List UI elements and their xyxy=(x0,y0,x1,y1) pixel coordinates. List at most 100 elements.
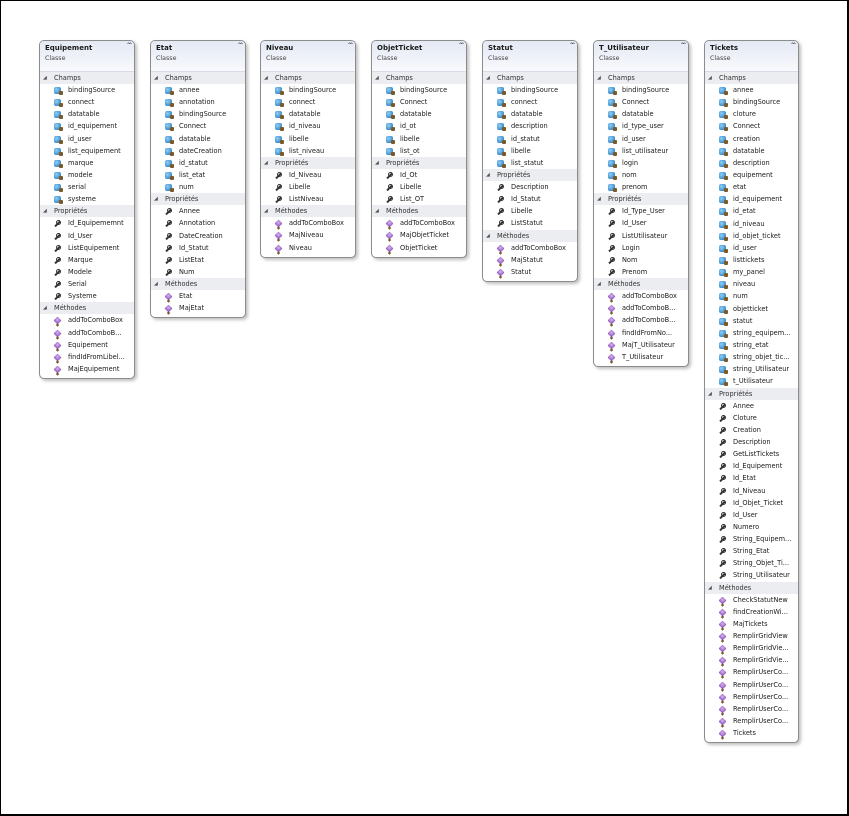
member-row[interactable]: ListStatut xyxy=(483,217,577,229)
member-row[interactable]: addToComboBox xyxy=(40,314,134,326)
member-row[interactable]: String_Objet_Ti... xyxy=(705,557,798,569)
member-row[interactable]: String_Etat xyxy=(705,545,798,557)
collapse-triangle-icon[interactable]: ◢ xyxy=(375,157,379,169)
collapse-chevron-icon[interactable]: ⌃⌃ xyxy=(347,42,354,50)
member-row[interactable]: Libelle xyxy=(261,181,355,193)
member-row[interactable]: id_equipement xyxy=(705,193,798,205)
section-header[interactable]: ◢ Champs xyxy=(594,72,688,84)
section-header[interactable]: ◢ Champs xyxy=(151,72,245,84)
class-header[interactable]: ObjetTicket Classe ⌃⌃ xyxy=(372,41,466,72)
member-row[interactable]: ListEquipement xyxy=(40,242,134,254)
member-row[interactable]: id_niveau xyxy=(705,218,798,230)
collapse-triangle-icon[interactable]: ◢ xyxy=(708,388,712,400)
collapse-triangle-icon[interactable]: ◢ xyxy=(43,205,47,217)
member-row[interactable]: list_etat xyxy=(151,169,245,181)
member-row[interactable]: datatable xyxy=(151,133,245,145)
collapse-chevron-icon[interactable]: ⌃⌃ xyxy=(569,42,576,50)
member-row[interactable]: string_Utilisateur xyxy=(705,363,798,375)
member-row[interactable]: listtickets xyxy=(705,254,798,266)
collapse-triangle-icon[interactable]: ◢ xyxy=(486,230,490,242)
member-row[interactable]: Id_Equipement xyxy=(705,460,798,472)
member-row[interactable]: id_statut xyxy=(483,133,577,145)
member-row[interactable]: list_niveau xyxy=(261,145,355,157)
class-header[interactable]: Etat Classe ⌃⌃ xyxy=(151,41,245,72)
member-row[interactable]: connect xyxy=(261,96,355,108)
member-row[interactable]: my_panel xyxy=(705,266,798,278)
member-row[interactable]: Id_Niveau xyxy=(261,169,355,181)
member-row[interactable]: serial xyxy=(40,181,134,193)
member-row[interactable]: ObjetTicket xyxy=(372,242,466,254)
member-row[interactable]: bindingSource xyxy=(40,84,134,96)
member-row[interactable]: objetticket xyxy=(705,303,798,315)
collapse-triangle-icon[interactable]: ◢ xyxy=(486,169,490,181)
section-header[interactable]: ◢ Méthodes xyxy=(483,229,577,242)
collapse-triangle-icon[interactable]: ◢ xyxy=(264,72,268,84)
member-row[interactable]: equipement xyxy=(705,169,798,181)
member-row[interactable]: ListEtat xyxy=(151,254,245,266)
member-row[interactable]: ListUtilisateur xyxy=(594,230,688,242)
member-row[interactable]: connect xyxy=(40,96,134,108)
member-row[interactable]: Description xyxy=(705,436,798,448)
collapse-triangle-icon[interactable]: ◢ xyxy=(154,193,158,205)
member-row[interactable]: MajEquipement xyxy=(40,363,134,375)
member-row[interactable]: id_user xyxy=(705,242,798,254)
collapse-triangle-icon[interactable]: ◢ xyxy=(43,302,47,314)
collapse-chevron-icon[interactable]: ⌃⌃ xyxy=(126,42,133,50)
member-row[interactable]: cloture xyxy=(705,108,798,120)
member-row[interactable]: statut xyxy=(705,315,798,327)
member-row[interactable]: RemplirUserCo... xyxy=(705,703,798,715)
member-row[interactable]: Id_Type_User xyxy=(594,205,688,217)
member-row[interactable]: Annee xyxy=(151,205,245,217)
member-row[interactable]: Id_Statut xyxy=(151,242,245,254)
member-row[interactable]: bindingSource xyxy=(594,84,688,96)
member-row[interactable]: list_equipement xyxy=(40,145,134,157)
member-row[interactable]: Serial xyxy=(40,278,134,290)
collapse-chevron-icon[interactable]: ⌃⌃ xyxy=(237,42,244,50)
member-row[interactable]: datatable xyxy=(483,108,577,120)
member-row[interactable]: id_objet_ticket xyxy=(705,230,798,242)
member-row[interactable]: Id_Etat xyxy=(705,472,798,484)
member-row[interactable]: list_utilisateur xyxy=(594,145,688,157)
collapse-triangle-icon[interactable]: ◢ xyxy=(597,72,601,84)
member-row[interactable]: RemplirGridVie... xyxy=(705,654,798,666)
member-row[interactable]: annee xyxy=(705,84,798,96)
member-row[interactable]: RemplirGridView xyxy=(705,630,798,642)
section-header[interactable]: ◢ Propriétés xyxy=(372,156,466,169)
member-row[interactable]: bindingSource xyxy=(483,84,577,96)
member-row[interactable]: Annotation xyxy=(151,217,245,229)
member-row[interactable]: prenom xyxy=(594,181,688,193)
member-row[interactable]: datatable xyxy=(40,108,134,120)
member-row[interactable]: id_niveau xyxy=(261,120,355,132)
member-row[interactable]: Id_User xyxy=(705,509,798,521)
member-row[interactable]: Id_Niveau xyxy=(705,485,798,497)
member-row[interactable]: bindingSource xyxy=(151,108,245,120)
collapse-triangle-icon[interactable]: ◢ xyxy=(154,72,158,84)
member-row[interactable]: addToComboB... xyxy=(40,327,134,339)
member-row[interactable]: MajTickets xyxy=(705,618,798,630)
collapse-chevron-icon[interactable]: ⌃⌃ xyxy=(790,42,797,50)
member-row[interactable]: id_user xyxy=(40,133,134,145)
member-row[interactable]: bindingSource xyxy=(261,84,355,96)
member-row[interactable]: id_etat xyxy=(705,205,798,217)
member-row[interactable]: T_Utilisateur xyxy=(594,351,688,363)
member-row[interactable]: Modele xyxy=(40,266,134,278)
section-header[interactable]: ◢ Propriétés xyxy=(705,387,798,400)
member-row[interactable]: list_statut xyxy=(483,157,577,169)
member-row[interactable]: string_objet_tic... xyxy=(705,351,798,363)
member-row[interactable]: Description xyxy=(483,181,577,193)
member-row[interactable]: RemplirUserCo... xyxy=(705,691,798,703)
section-header[interactable]: ◢ Méthodes xyxy=(372,205,466,218)
member-row[interactable]: addToComboBox xyxy=(483,242,577,254)
section-header[interactable]: ◢ Méthodes xyxy=(40,302,134,315)
member-row[interactable]: Id_Objet_Ticket xyxy=(705,497,798,509)
member-row[interactable]: id_statut xyxy=(151,157,245,169)
member-row[interactable]: dateCreation xyxy=(151,145,245,157)
member-row[interactable]: marque xyxy=(40,157,134,169)
class-header[interactable]: Niveau Classe ⌃⌃ xyxy=(261,41,355,72)
member-row[interactable]: systeme xyxy=(40,193,134,205)
member-row[interactable]: Connect xyxy=(372,96,466,108)
member-row[interactable]: id_ot xyxy=(372,120,466,132)
member-row[interactable]: GetListTickets xyxy=(705,448,798,460)
member-row[interactable]: datatable xyxy=(705,145,798,157)
section-header[interactable]: ◢ Propriétés xyxy=(594,193,688,206)
